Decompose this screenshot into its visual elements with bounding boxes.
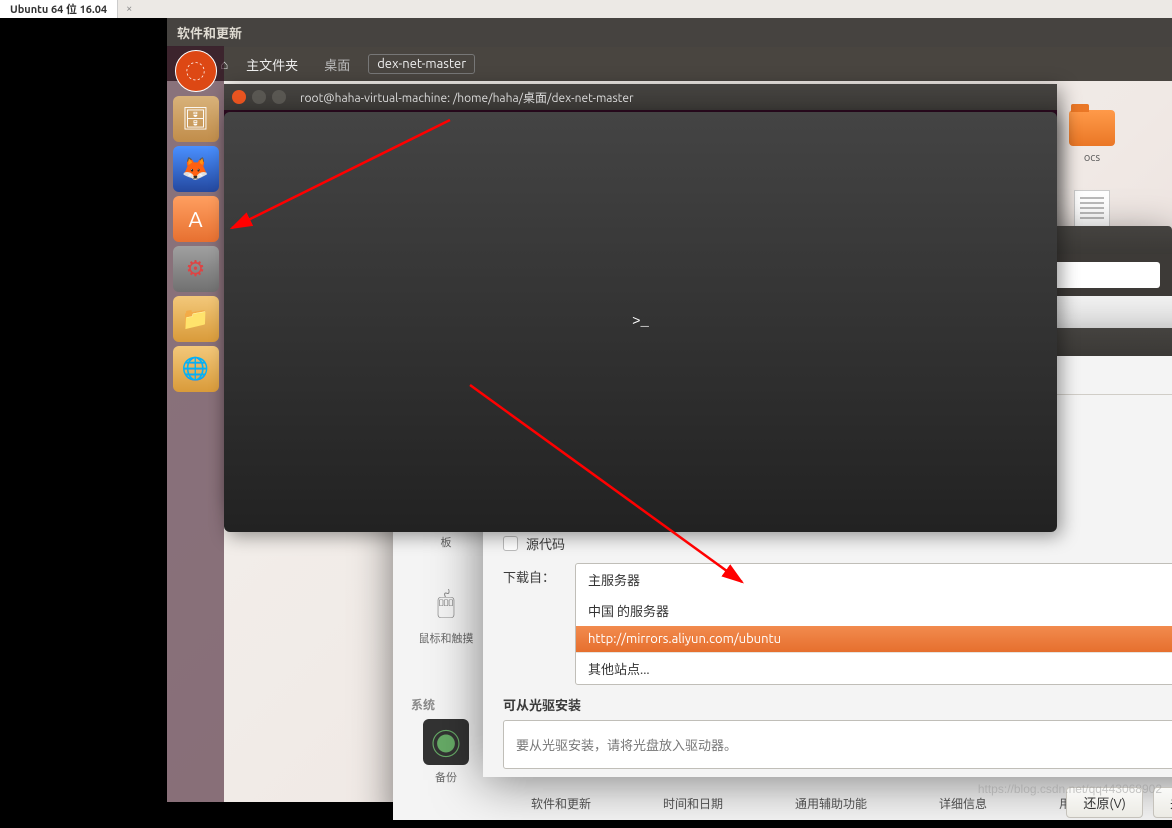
file-icon-row: ocs examples <box>1057 110 1172 164</box>
download-from-label: 下载自： <box>503 563 575 586</box>
mirror-option-main[interactable]: 主服务器 <box>576 564 1172 595</box>
vm-tab[interactable]: Ubuntu 64 位 16.04 <box>0 0 118 18</box>
breadcrumb-home[interactable]: 主文件夹 <box>238 52 306 77</box>
files-icon[interactable]: 🗄 <box>173 96 219 142</box>
terminal-titlebar: root@haha-virtual-machine: /home/haha/桌面… <box>224 84 1057 110</box>
breadcrumb-current[interactable]: dex-net-master <box>368 54 475 74</box>
mirror-option-china[interactable]: 中国 的服务器 <box>576 595 1172 626</box>
checkbox-icon: ✓ <box>503 536 518 551</box>
software-center-icon[interactable]: A <box>173 196 219 242</box>
window-minimize-icon[interactable] <box>252 90 266 104</box>
vm-tab-bar: Ubuntu 64 位 16.04 × <box>0 0 1172 18</box>
settings-item-mouse[interactable]: 🖱鼠标和触摸 <box>411 580 481 646</box>
folder-icon <box>1069 110 1115 146</box>
watermark: https://blog.csdn.net/qq443068902 <box>978 782 1162 796</box>
folder-icon[interactable]: 📁 <box>173 296 219 342</box>
mirror-option-other[interactable]: 其他站点... <box>576 652 1172 684</box>
pathbar: ‹ › ⌂ 主文件夹 桌面 dex-net-master <box>167 47 1172 81</box>
window-maximize-icon[interactable] <box>272 90 286 104</box>
cd-install-box: 要从光驱安装，请将光盘放入驱动器。 <box>503 720 1172 769</box>
app-title: 软件和更新 <box>177 23 242 42</box>
settings-item-backup[interactable]: ◉备份 <box>411 719 481 785</box>
mouse-icon: 🖱 <box>423 580 469 626</box>
su-heading-cd: 可从光驱安装 <box>503 695 1172 714</box>
settings-icon[interactable]: ⚙ <box>173 246 219 292</box>
check-source[interactable]: ✓源代码 <box>503 534 1172 553</box>
ubuntu-dash-icon[interactable]: ◌ <box>175 50 217 92</box>
mirror-dropdown-list[interactable]: 主服务器 中国 的服务器 http://mirrors.aliyun.com/u… <box>575 563 1172 685</box>
folder-docs[interactable]: ocs <box>1057 110 1127 164</box>
window-close-icon[interactable] <box>232 90 246 104</box>
app-titlebar: 软件和更新 <box>167 18 1172 47</box>
vm-tab-close-icon[interactable]: × <box>118 3 140 15</box>
firefox-icon[interactable]: 🦊 <box>173 146 219 192</box>
terminal-title: root@haha-virtual-machine: /home/haha/桌面… <box>300 89 634 106</box>
unity-launcher: ◌ 🗄 🦊 A ⚙ >_ 📁 🌐 <box>167 46 224 802</box>
mirror-option-selected[interactable]: http://mirrors.aliyun.com/ubuntu <box>576 626 1172 652</box>
safe-icon: ◉ <box>423 719 469 765</box>
globe-icon[interactable]: 🌐 <box>173 346 219 392</box>
terminal-icon[interactable]: >_ <box>224 112 1057 532</box>
breadcrumb-desktop[interactable]: 桌面 <box>316 52 358 77</box>
